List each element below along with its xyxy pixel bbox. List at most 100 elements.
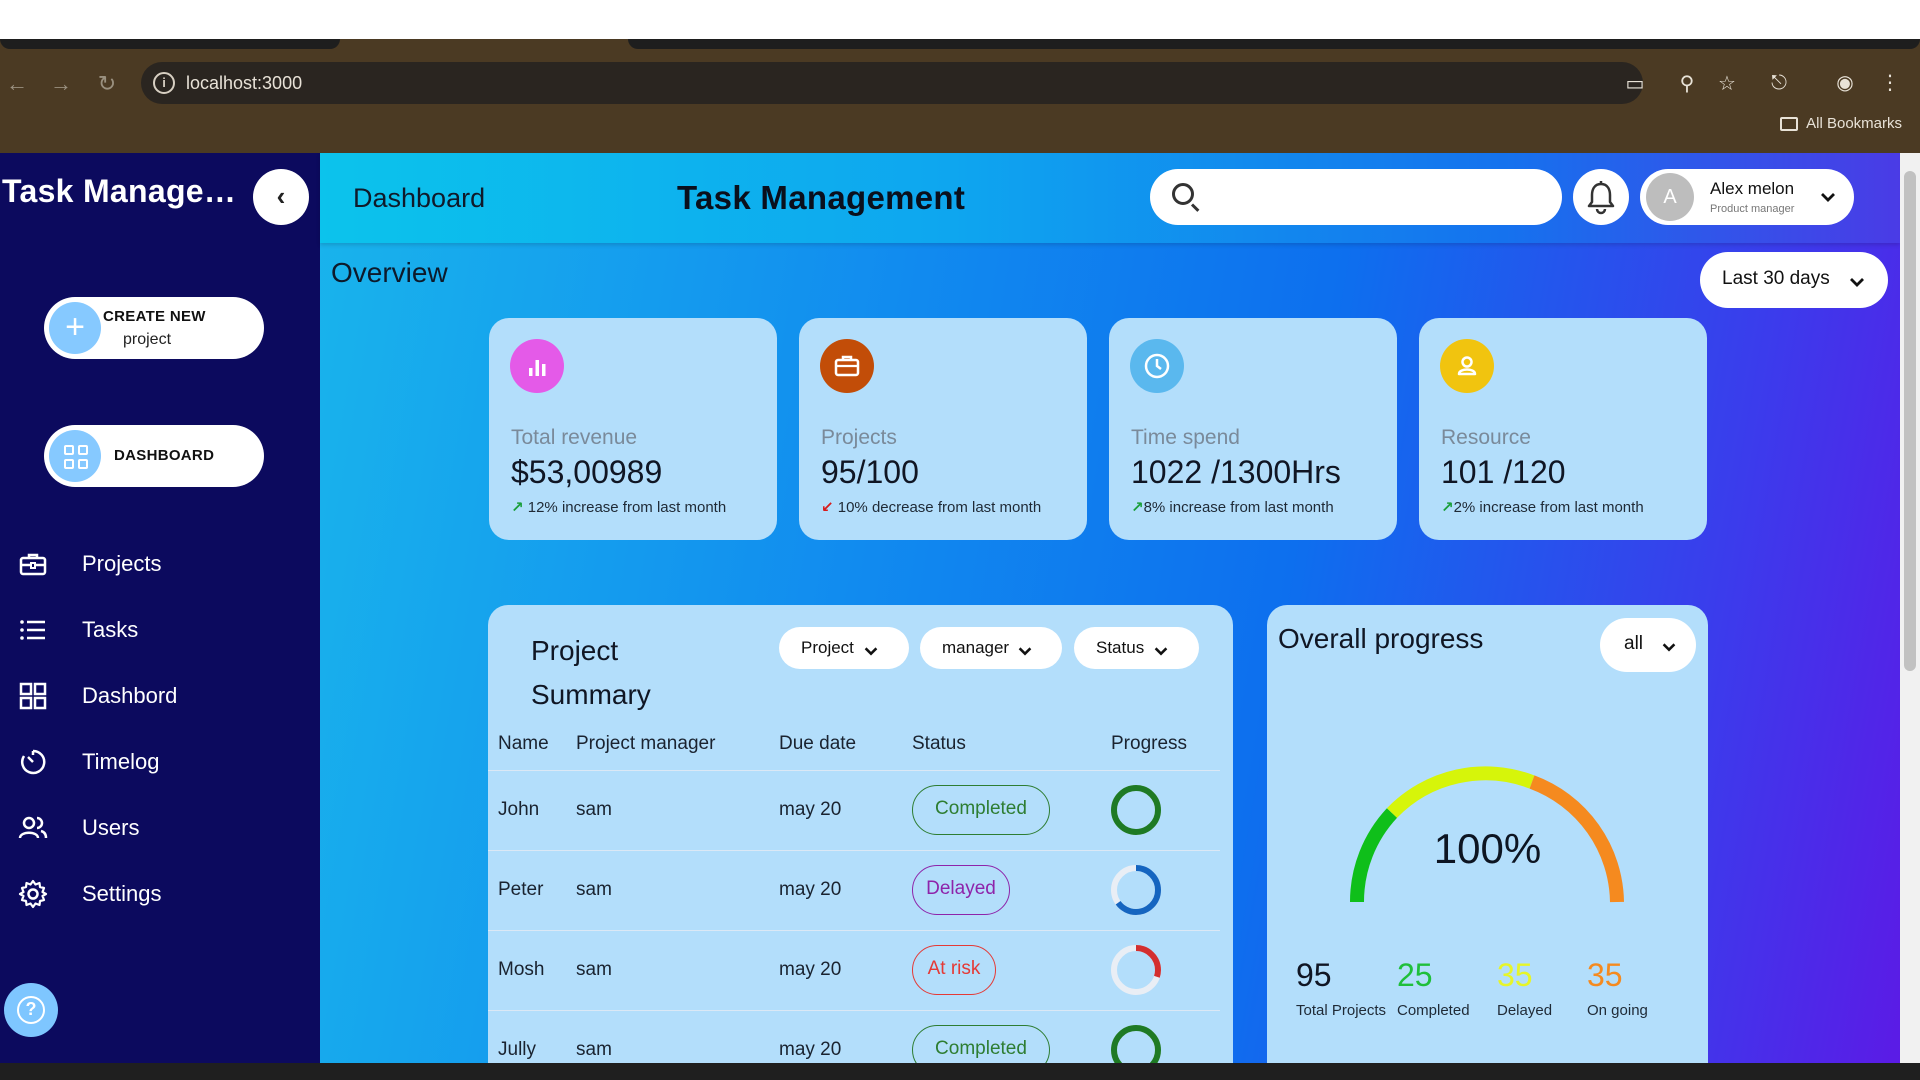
stat-value: 35: [1587, 957, 1623, 993]
sidebar-item-label: Timelog: [82, 749, 160, 774]
plus-icon: +: [49, 302, 101, 354]
sidebar-item-settings[interactable]: Settings: [18, 873, 308, 913]
users-icon: [18, 816, 48, 839]
sidebar-item-timelog[interactable]: Timelog: [18, 741, 308, 781]
cell-manager: sam: [576, 799, 612, 820]
browser-tab-active[interactable]: [628, 39, 1920, 49]
stat-label: On going: [1587, 1002, 1648, 1019]
bookmark-star-icon[interactable]: ☆: [1715, 72, 1739, 96]
cell-name: Mosh: [498, 959, 545, 980]
app-title: Task Manage…: [2, 173, 237, 209]
all-bookmarks[interactable]: All Bookmarks: [1780, 115, 1902, 132]
stat-label: Total Projects: [1296, 1002, 1387, 1019]
stat-label: Completed: [1397, 1002, 1470, 1019]
sidebar-item-tasks[interactable]: Tasks: [18, 609, 308, 649]
menu-icon[interactable]: ⋮: [1877, 70, 1903, 96]
sidebar-item-label: Tasks: [82, 617, 139, 642]
filter-project[interactable]: Project: [779, 627, 909, 669]
site-info-icon[interactable]: i: [153, 72, 175, 94]
chevron-down-icon: [864, 647, 878, 656]
card-note: ↙ 10% decrease from last month: [821, 498, 1041, 516]
briefcase-icon: [820, 339, 874, 393]
stat-value: 95: [1296, 957, 1332, 993]
card-note: ↗8% increase from last month: [1131, 498, 1334, 516]
stat-value: 35: [1497, 957, 1533, 993]
cell-name: Peter: [498, 879, 544, 900]
sidebar-item-label: Projects: [82, 551, 162, 576]
scrollbar-thumb[interactable]: [1904, 171, 1916, 671]
chevron-down-icon: [1662, 643, 1676, 652]
col-name[interactable]: Name: [498, 733, 549, 755]
table-row[interactable]: Mosh sam may 20 At risk: [488, 930, 1220, 1010]
zoom-icon[interactable]: ⚲: [1675, 72, 1699, 96]
col-progress[interactable]: Progress: [1111, 733, 1187, 755]
address-bar[interactable]: i localhost:3000 ▭ ⚲ ☆: [141, 62, 1736, 104]
sidebar-item-users[interactable]: Users: [18, 807, 308, 847]
cell-due-date: may 20: [779, 879, 842, 900]
progress-ring: [1111, 945, 1161, 995]
collapse-sidebar-button[interactable]: ‹: [253, 169, 309, 225]
app: Task Manage… ‹ + CREATE NEW project DASH…: [0, 153, 1900, 1063]
period-select[interactable]: Last 30 days: [1700, 252, 1888, 308]
window-top: [0, 0, 1920, 39]
reload-icon[interactable]: ↻: [92, 69, 122, 99]
main-content: Dashboard Task Management A Alex melon P…: [320, 153, 1900, 1063]
browser-tab[interactable]: [0, 39, 340, 49]
extensions-icon[interactable]: ⎋: [1766, 70, 1792, 96]
status-badge: Completed: [912, 785, 1050, 835]
stat-value: 25: [1397, 957, 1433, 993]
bar-chart-icon: [510, 339, 564, 393]
col-status[interactable]: Status: [912, 733, 966, 755]
card-note-text: 8% increase from last month: [1143, 499, 1334, 516]
profile-icon[interactable]: ◉: [1832, 70, 1858, 96]
forward-icon[interactable]: →: [46, 69, 76, 99]
chevron-down-icon: [1821, 193, 1835, 202]
table-row[interactable]: Jully sam may 20 Completed: [488, 1010, 1220, 1063]
status-badge: Delayed: [912, 865, 1010, 915]
clock-icon: [1130, 339, 1184, 393]
stat-completed: 25 Completed: [1397, 957, 1470, 1019]
search-box[interactable]: [1150, 169, 1562, 225]
filter-status[interactable]: Status: [1074, 627, 1199, 669]
progress-filter[interactable]: all: [1600, 618, 1696, 672]
sidebar-item-projects[interactable]: Projects: [18, 543, 308, 583]
avatar: A: [1646, 173, 1694, 221]
sidebar-item-label: Dashbord: [82, 683, 178, 708]
progress-ring: [1111, 1025, 1161, 1063]
notifications-button[interactable]: [1573, 169, 1629, 225]
cell-due-date: may 20: [779, 959, 842, 980]
card-time-spend: Time spend 1022 /1300Hrs ↗8% increase fr…: [1109, 318, 1397, 540]
briefcase-icon: [19, 553, 47, 576]
tab-strip: [0, 39, 1920, 49]
gear-icon: [18, 879, 48, 909]
card-label: Projects: [821, 426, 897, 449]
user-icon: [1440, 339, 1494, 393]
page-scrollbar[interactable]: [1900, 153, 1920, 1063]
sidebar-item-dashbord[interactable]: Dashbord: [18, 675, 308, 715]
gauge-segment-delayed: [1386, 766, 1535, 818]
create-project-button[interactable]: + CREATE NEW project: [44, 297, 264, 359]
search-input[interactable]: [1210, 181, 1540, 213]
table-row[interactable]: John sam may 20 Completed: [488, 770, 1220, 850]
gauge-value: 100%: [1433, 825, 1542, 872]
project-summary-title: Project Summary: [531, 635, 651, 710]
address-url[interactable]: localhost:3000: [186, 73, 302, 94]
filter-manager[interactable]: manager: [920, 627, 1062, 669]
col-due-date[interactable]: Due date: [779, 733, 856, 755]
help-button[interactable]: ?: [4, 983, 58, 1037]
progress-ring-fill: [1111, 785, 1161, 835]
breadcrumb[interactable]: Dashboard: [353, 183, 485, 214]
arrow-down-icon: ↙: [821, 499, 834, 516]
chevron-down-icon: [1154, 647, 1168, 656]
all-bookmarks-label: All Bookmarks: [1806, 115, 1902, 132]
install-app-icon[interactable]: ▭: [1623, 72, 1647, 96]
table-row[interactable]: Peter sam may 20 Delayed: [488, 850, 1220, 930]
cell-due-date: may 20: [779, 799, 842, 820]
dashboard-button[interactable]: DASHBOARD: [44, 425, 264, 487]
back-icon[interactable]: ←: [2, 69, 32, 99]
sidebar: Task Manage… ‹ + CREATE NEW project DASH…: [0, 153, 320, 1063]
card-note-text: 10% decrease from last month: [837, 499, 1042, 516]
status-badge: At risk: [912, 945, 996, 995]
col-project-manager[interactable]: Project manager: [576, 733, 715, 755]
user-menu[interactable]: A Alex melon Product manager: [1640, 169, 1854, 225]
